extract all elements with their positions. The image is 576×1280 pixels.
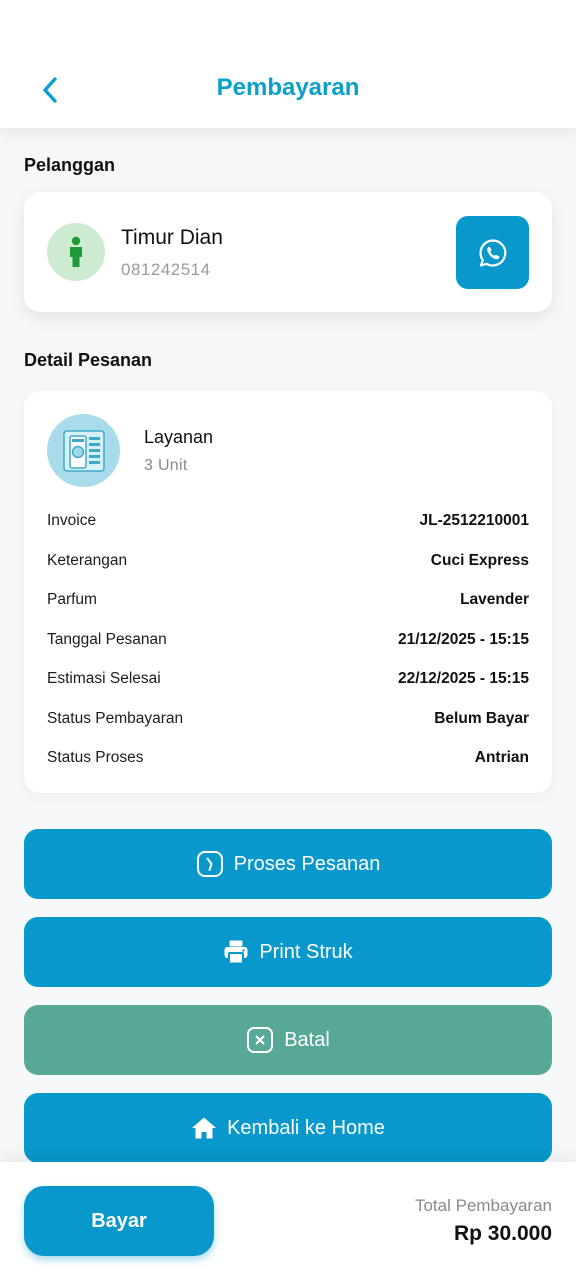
detail-value: JL-2512210001 (419, 512, 529, 529)
detail-row-payment-status: Status Pembayaran Belum Bayar (47, 708, 529, 730)
detail-value: Lavender (460, 591, 529, 608)
app-header: Pembayaran (0, 0, 576, 128)
order-detail-card: Layanan 3 Unit Invoice JL-2512210001 Ket… (24, 391, 552, 793)
clock-icon (196, 850, 224, 878)
customer-card: Timur Dian 081242514 (24, 192, 552, 312)
detail-row-invoice: Invoice JL-2512210001 (47, 510, 529, 532)
detail-label: Invoice (47, 512, 97, 529)
detail-label: Estimasi Selesai (47, 670, 161, 687)
print-receipt-label: Print Struk (259, 940, 353, 963)
detail-label: Status Proses (47, 749, 144, 766)
process-order-button[interactable]: Proses Pesanan (24, 829, 552, 899)
detail-value: Cuci Express (430, 552, 529, 569)
cancel-button[interactable]: Batal (24, 1005, 552, 1075)
detail-value: Antrian (474, 749, 529, 766)
detail-label: Status Pembayaran (47, 710, 184, 727)
service-name: Layanan (144, 427, 214, 447)
whatsapp-button[interactable] (456, 216, 529, 289)
print-receipt-button[interactable]: Print Struk (24, 917, 552, 987)
printer-icon (223, 939, 249, 965)
page-title: Pembayaran (216, 74, 360, 101)
service-quantity: 3 Unit (144, 457, 188, 474)
detail-row-keterangan: Keterangan Cuci Express (47, 550, 529, 572)
detail-row-parfum: Parfum Lavender (47, 589, 529, 611)
cancel-label: Batal (284, 1028, 330, 1051)
payment-screen: Pembayaran Pelanggan Timur Dian 08124251… (0, 0, 576, 1280)
detail-label: Keterangan (47, 552, 128, 569)
whatsapp-icon (478, 238, 506, 267)
detail-value: 21/12/2025 - 15:15 (398, 631, 529, 648)
person-icon (70, 236, 82, 267)
customer-phone: 081242514 (121, 260, 211, 279)
detail-row-estimated-finish: Estimasi Selesai 22/12/2025 - 15:15 (47, 668, 529, 690)
detail-row-order-date: Tanggal Pesanan 21/12/2025 - 15:15 (47, 629, 529, 651)
total-payment-label: Total Pembayaran (414, 1196, 552, 1215)
order-section-label: Detail Pesanan (24, 350, 153, 370)
close-box-icon (246, 1026, 274, 1054)
back-to-home-label: Kembali ke Home (227, 1116, 385, 1139)
customer-section-label: Pelanggan (24, 155, 116, 175)
detail-label: Tanggal Pesanan (47, 631, 167, 648)
detail-row-process-status: Status Proses Antrian (47, 747, 529, 769)
detail-value: Belum Bayar (434, 710, 529, 727)
total-payment-value: Rp 30.000 (453, 1222, 552, 1245)
detail-value: 22/12/2025 - 15:15 (398, 670, 529, 687)
laundry-machine-icon (62, 429, 105, 472)
pay-button[interactable]: Bayar (24, 1186, 214, 1256)
service-avatar (47, 414, 120, 487)
back-to-home-button[interactable]: Kembali ke Home (24, 1093, 552, 1163)
bottom-bar: Bayar Total Pembayaran Rp 30.000 (0, 1162, 576, 1280)
home-icon (191, 1116, 217, 1140)
avatar (47, 223, 105, 281)
customer-name: Timur Dian (121, 226, 223, 249)
detail-label: Parfum (47, 591, 97, 608)
process-order-label: Proses Pesanan (233, 852, 381, 875)
